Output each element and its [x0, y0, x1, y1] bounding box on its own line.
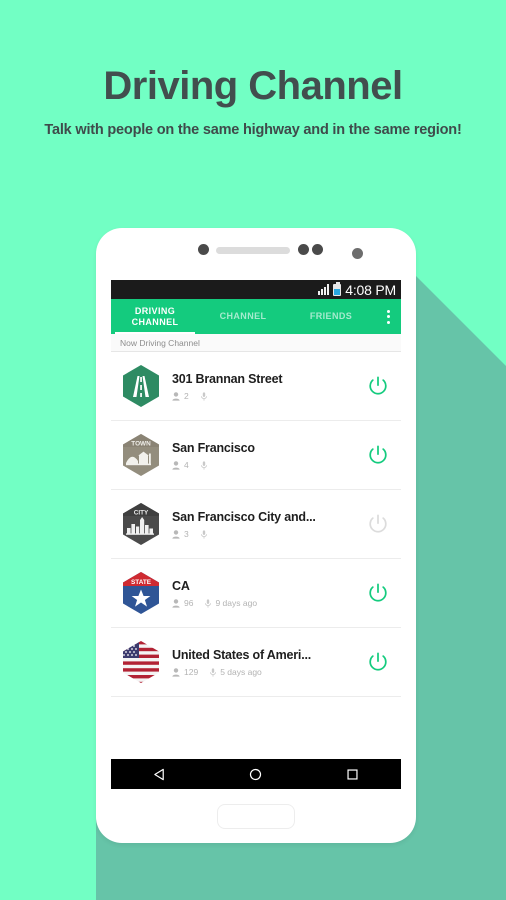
sensor-icon [198, 244, 209, 255]
channel-name: San Francisco City and... [172, 509, 316, 524]
channel-info: San Francisco 4 [162, 441, 365, 470]
android-nav-bar [111, 759, 401, 789]
people-count: 129 [184, 666, 199, 677]
channel-power-button[interactable] [365, 649, 391, 675]
tab-label: FRIENDS [309, 311, 353, 322]
promo-header: Driving Channel Talk with people on the … [0, 64, 506, 138]
channel-badge-state: STATE [120, 570, 162, 616]
table-row[interactable]: CITY San Francisco City and... 3 [111, 490, 401, 559]
channel-badge-flag [120, 639, 162, 685]
people-count: 4 [184, 459, 189, 470]
microphone-icon [200, 529, 207, 539]
channel-info: San Francisco City and... 3 [162, 510, 365, 539]
channel-meta: 96 9 days ago [172, 597, 365, 608]
channel-meta: 2 [172, 390, 365, 401]
city-hexagon-icon: CITY [123, 503, 159, 545]
recents-square-icon [347, 768, 358, 780]
tab-friends[interactable]: FRIENDS [287, 299, 375, 334]
earpiece-speaker [216, 247, 290, 254]
svg-text:CITY: CITY [134, 509, 149, 516]
people-count: 3 [184, 528, 189, 539]
channel-badge-city: CITY [120, 501, 162, 547]
list-empty-space [111, 697, 401, 757]
phone-mockup: 4:08 PM DRIVING CHANNEL CHANNEL FRIENDS … [96, 228, 416, 843]
usa-flag-hexagon-icon [123, 641, 159, 683]
channel-meta: 3 [172, 528, 365, 539]
state-hexagon-icon: STATE [123, 572, 159, 614]
sensor-icon [298, 244, 309, 255]
channel-name: United States of Ameri... [172, 647, 312, 662]
microphone-icon [200, 391, 207, 401]
channel-power-button[interactable] [365, 580, 391, 606]
channel-meta: 4 [172, 459, 365, 470]
tab-driving-channel[interactable]: DRIVING CHANNEL [111, 299, 199, 334]
front-camera-icon [352, 248, 363, 259]
section-header: Now Driving Channel [111, 334, 401, 352]
hardware-home-button[interactable] [217, 803, 295, 829]
channel-name: 301 Brannan Street [172, 371, 283, 386]
channel-power-button[interactable] [365, 511, 391, 537]
channel-info: 301 Brannan Street 2 [162, 372, 365, 401]
channel-power-button[interactable] [365, 373, 391, 399]
channel-time-ago: 5 days ago [220, 666, 262, 677]
nav-back-button[interactable] [139, 762, 179, 786]
person-icon [172, 667, 180, 677]
power-icon [369, 514, 387, 533]
phone-top-bezel [96, 228, 416, 280]
tab-channel[interactable]: CHANNEL [199, 299, 287, 334]
sensor-icon [312, 244, 323, 255]
road-hexagon-icon [123, 365, 159, 407]
town-hexagon-icon: TOWN [123, 434, 159, 476]
svg-text:TOWN: TOWN [131, 440, 151, 447]
section-header-label: Now Driving Channel [120, 337, 200, 348]
channel-name: San Francisco [172, 440, 255, 455]
nav-recents-button[interactable] [333, 762, 373, 786]
tab-label: DRIVING CHANNEL [131, 306, 179, 327]
person-icon [172, 391, 180, 401]
channel-meta: 129 5 days ago [172, 666, 365, 677]
power-icon [369, 583, 387, 602]
people-count: 2 [184, 390, 189, 401]
power-icon [369, 445, 387, 464]
phone-bottom-bezel [96, 789, 416, 843]
home-circle-icon [250, 768, 262, 780]
channel-badge-road [120, 363, 162, 409]
table-row[interactable]: 301 Brannan Street 2 [111, 352, 401, 421]
people-count: 96 [184, 597, 194, 608]
channel-name: CA [172, 578, 190, 593]
channel-info: United States of Ameri... 129 5 days ago [162, 648, 365, 677]
svg-text:STATE: STATE [131, 579, 152, 586]
person-icon [172, 460, 180, 470]
tab-label: CHANNEL [219, 311, 267, 322]
channel-list: 301 Brannan Street 2 TOWN San Francisco … [111, 352, 401, 757]
person-icon [172, 529, 180, 539]
app-bar-tabs: DRIVING CHANNEL CHANNEL FRIENDS [111, 299, 401, 334]
page-subtitle: Talk with people on the same highway and… [44, 122, 462, 138]
android-status-bar: 4:08 PM [111, 280, 401, 299]
power-icon [369, 652, 387, 671]
status-bar-clock: 4:08 PM [345, 281, 396, 298]
channel-info: CA 96 9 days ago [162, 579, 365, 608]
overflow-menu-icon[interactable] [375, 299, 401, 334]
channel-power-button[interactable] [365, 442, 391, 468]
microphone-icon [205, 598, 212, 608]
person-icon [172, 598, 180, 608]
channel-time-ago: 9 days ago [215, 597, 258, 608]
phone-screen: 4:08 PM DRIVING CHANNEL CHANNEL FRIENDS … [111, 280, 401, 789]
nav-home-button[interactable] [236, 762, 276, 786]
back-triangle-icon [154, 768, 164, 780]
page-title: Driving Channel [103, 64, 403, 108]
channel-badge-town: TOWN [120, 432, 162, 478]
microphone-icon [210, 667, 217, 677]
table-row[interactable]: STATE CA 96 9 days ago [111, 559, 401, 628]
power-icon [369, 376, 387, 395]
battery-icon [333, 281, 342, 296]
signal-bars-icon [318, 284, 330, 295]
table-row[interactable]: United States of Ameri... 129 5 days ago [111, 628, 401, 697]
microphone-icon [200, 460, 207, 470]
table-row[interactable]: TOWN San Francisco 4 [111, 421, 401, 490]
